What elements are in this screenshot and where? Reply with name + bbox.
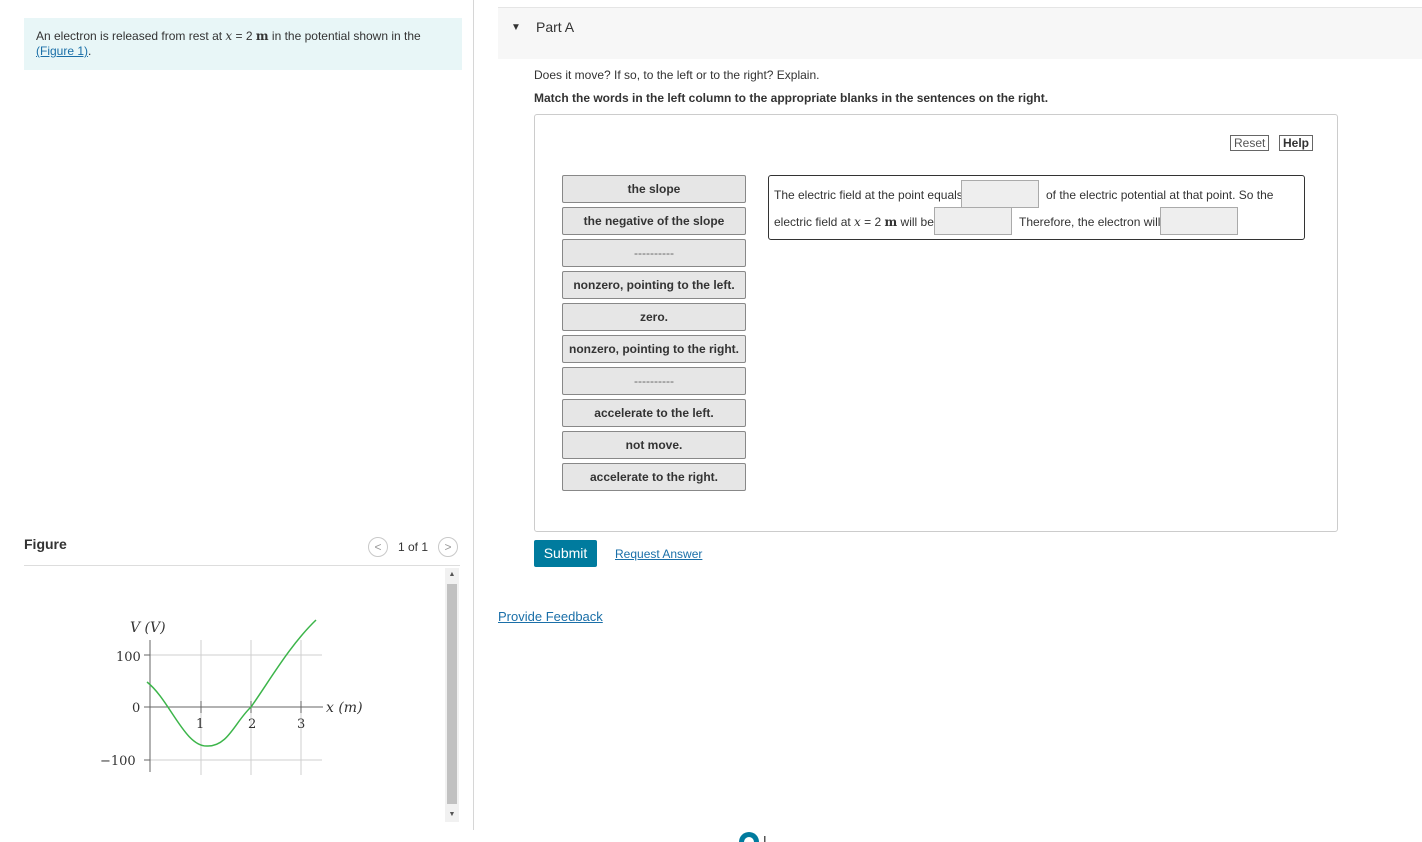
tile-accelerate-left[interactable]: accelerate to the left. xyxy=(562,399,746,427)
y-tick-label-100: 100 xyxy=(116,650,141,665)
tile-separator: ---------- xyxy=(562,239,746,267)
reset-button[interactable]: Reset xyxy=(1230,135,1270,151)
question-text: Does it move? If so, to the left or to t… xyxy=(534,68,820,82)
tile-separator: ---------- xyxy=(562,367,746,395)
figure-page-count: 1 of 1 xyxy=(398,540,429,554)
tile-nonzero-left[interactable]: nonzero, pointing to the left. xyxy=(562,271,746,299)
chevron-left-icon: < xyxy=(374,540,382,554)
submit-button[interactable]: Submit xyxy=(534,540,597,567)
tile-nonzero-right[interactable]: nonzero, pointing to the right. xyxy=(562,335,746,363)
pearson-logo-icon xyxy=(739,832,766,842)
chevron-right-icon: > xyxy=(444,540,452,554)
sentence-part-2: of the electric potential at that point.… xyxy=(1046,188,1274,202)
potential-curve xyxy=(146,619,317,747)
problem-unit: m xyxy=(255,29,269,43)
figure-pager: < 1 of 1 > xyxy=(368,537,459,557)
blank-1[interactable] xyxy=(961,180,1039,208)
y-tick-label-0: 0 xyxy=(132,701,140,716)
provide-feedback-link[interactable]: Provide Feedback xyxy=(498,609,603,624)
sentence-part-3a: electric field at xyxy=(774,215,855,229)
sentence-unit: m xyxy=(884,215,898,229)
tile-not-move[interactable]: not move. xyxy=(562,431,746,459)
help-button[interactable]: Help xyxy=(1279,135,1314,151)
problem-period: . xyxy=(88,44,92,58)
sentence-part-3c: will be xyxy=(897,215,934,229)
tile-accelerate-right[interactable]: accelerate to the right. xyxy=(562,463,746,491)
question-instructions: Match the words in the left column to th… xyxy=(534,91,1049,105)
figure-divider xyxy=(24,565,460,566)
figure-link[interactable]: (Figure 1) xyxy=(36,44,88,58)
x-axis-label: x (m) xyxy=(326,700,363,716)
part-header[interactable] xyxy=(498,7,1422,59)
tile-zero[interactable]: zero. xyxy=(562,303,746,331)
figure-label: Figure xyxy=(24,536,67,552)
blank-2[interactable] xyxy=(934,207,1012,235)
scroll-down-icon[interactable]: ▼ xyxy=(445,808,459,822)
figure-scroll-thumb[interactable] xyxy=(447,584,457,804)
sentence-part-4: Therefore, the electron will xyxy=(1019,215,1161,229)
potential-graph: V (V) 100 0 −100 1 2 3 x (m) xyxy=(100,619,363,775)
collapse-caret-icon[interactable]: ▼ xyxy=(511,22,521,33)
x-tick-label-2: 2 xyxy=(248,717,256,732)
blank-3[interactable] xyxy=(1160,207,1238,235)
next-figure-button[interactable]: > xyxy=(438,537,459,557)
sentence-part-3b: = 2 xyxy=(860,215,885,229)
part-title[interactable]: Part A xyxy=(536,19,574,35)
sentence-part-3: electric field at x = 2 m will be xyxy=(774,215,934,229)
prev-figure-button[interactable]: < xyxy=(368,537,388,557)
problem-text-after: in the potential shown in the xyxy=(268,29,421,43)
column-divider xyxy=(473,0,474,830)
problem-statement: An electron is released from rest at x =… xyxy=(24,18,462,70)
sentence-part-1: The electric field at the point equals xyxy=(774,188,963,202)
sentence-var-x: x xyxy=(854,215,861,229)
tile-the-slope[interactable]: the slope xyxy=(562,175,746,203)
problem-text-before: An electron is released from rest at xyxy=(36,29,226,43)
x-tick-label-1: 1 xyxy=(196,717,204,732)
problem-eq: = 2 xyxy=(232,29,256,43)
graph-axes xyxy=(144,640,323,772)
y-axis-label: V (V) xyxy=(130,620,166,636)
tile-negative-slope[interactable]: the negative of the slope xyxy=(562,207,746,235)
y-tick-label-neg100: −100 xyxy=(100,754,136,769)
x-tick-label-3: 3 xyxy=(297,717,305,732)
scroll-up-icon[interactable]: ▲ xyxy=(445,568,459,582)
request-answer-link[interactable]: Request Answer xyxy=(615,547,702,561)
